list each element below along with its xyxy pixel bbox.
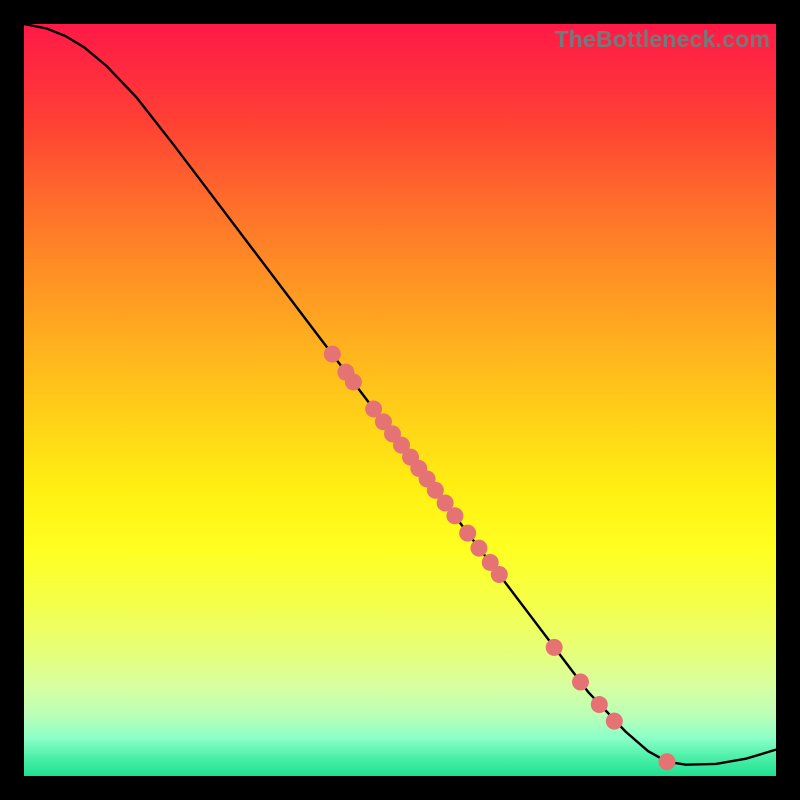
data-point	[606, 713, 623, 730]
data-point	[446, 507, 463, 524]
data-point	[459, 525, 476, 542]
data-point	[491, 566, 508, 583]
chart-svg	[24, 24, 776, 776]
data-point	[658, 753, 675, 770]
data-point	[470, 540, 487, 557]
bottleneck-curve	[24, 24, 776, 765]
plot-area: TheBottleneck.com	[24, 24, 776, 776]
data-point	[591, 696, 608, 713]
data-point	[572, 674, 589, 691]
data-point	[345, 373, 362, 390]
chart-container: TheBottleneck.com	[0, 0, 800, 800]
data-point	[546, 639, 563, 656]
data-points-group	[324, 346, 676, 771]
data-point	[324, 346, 341, 363]
